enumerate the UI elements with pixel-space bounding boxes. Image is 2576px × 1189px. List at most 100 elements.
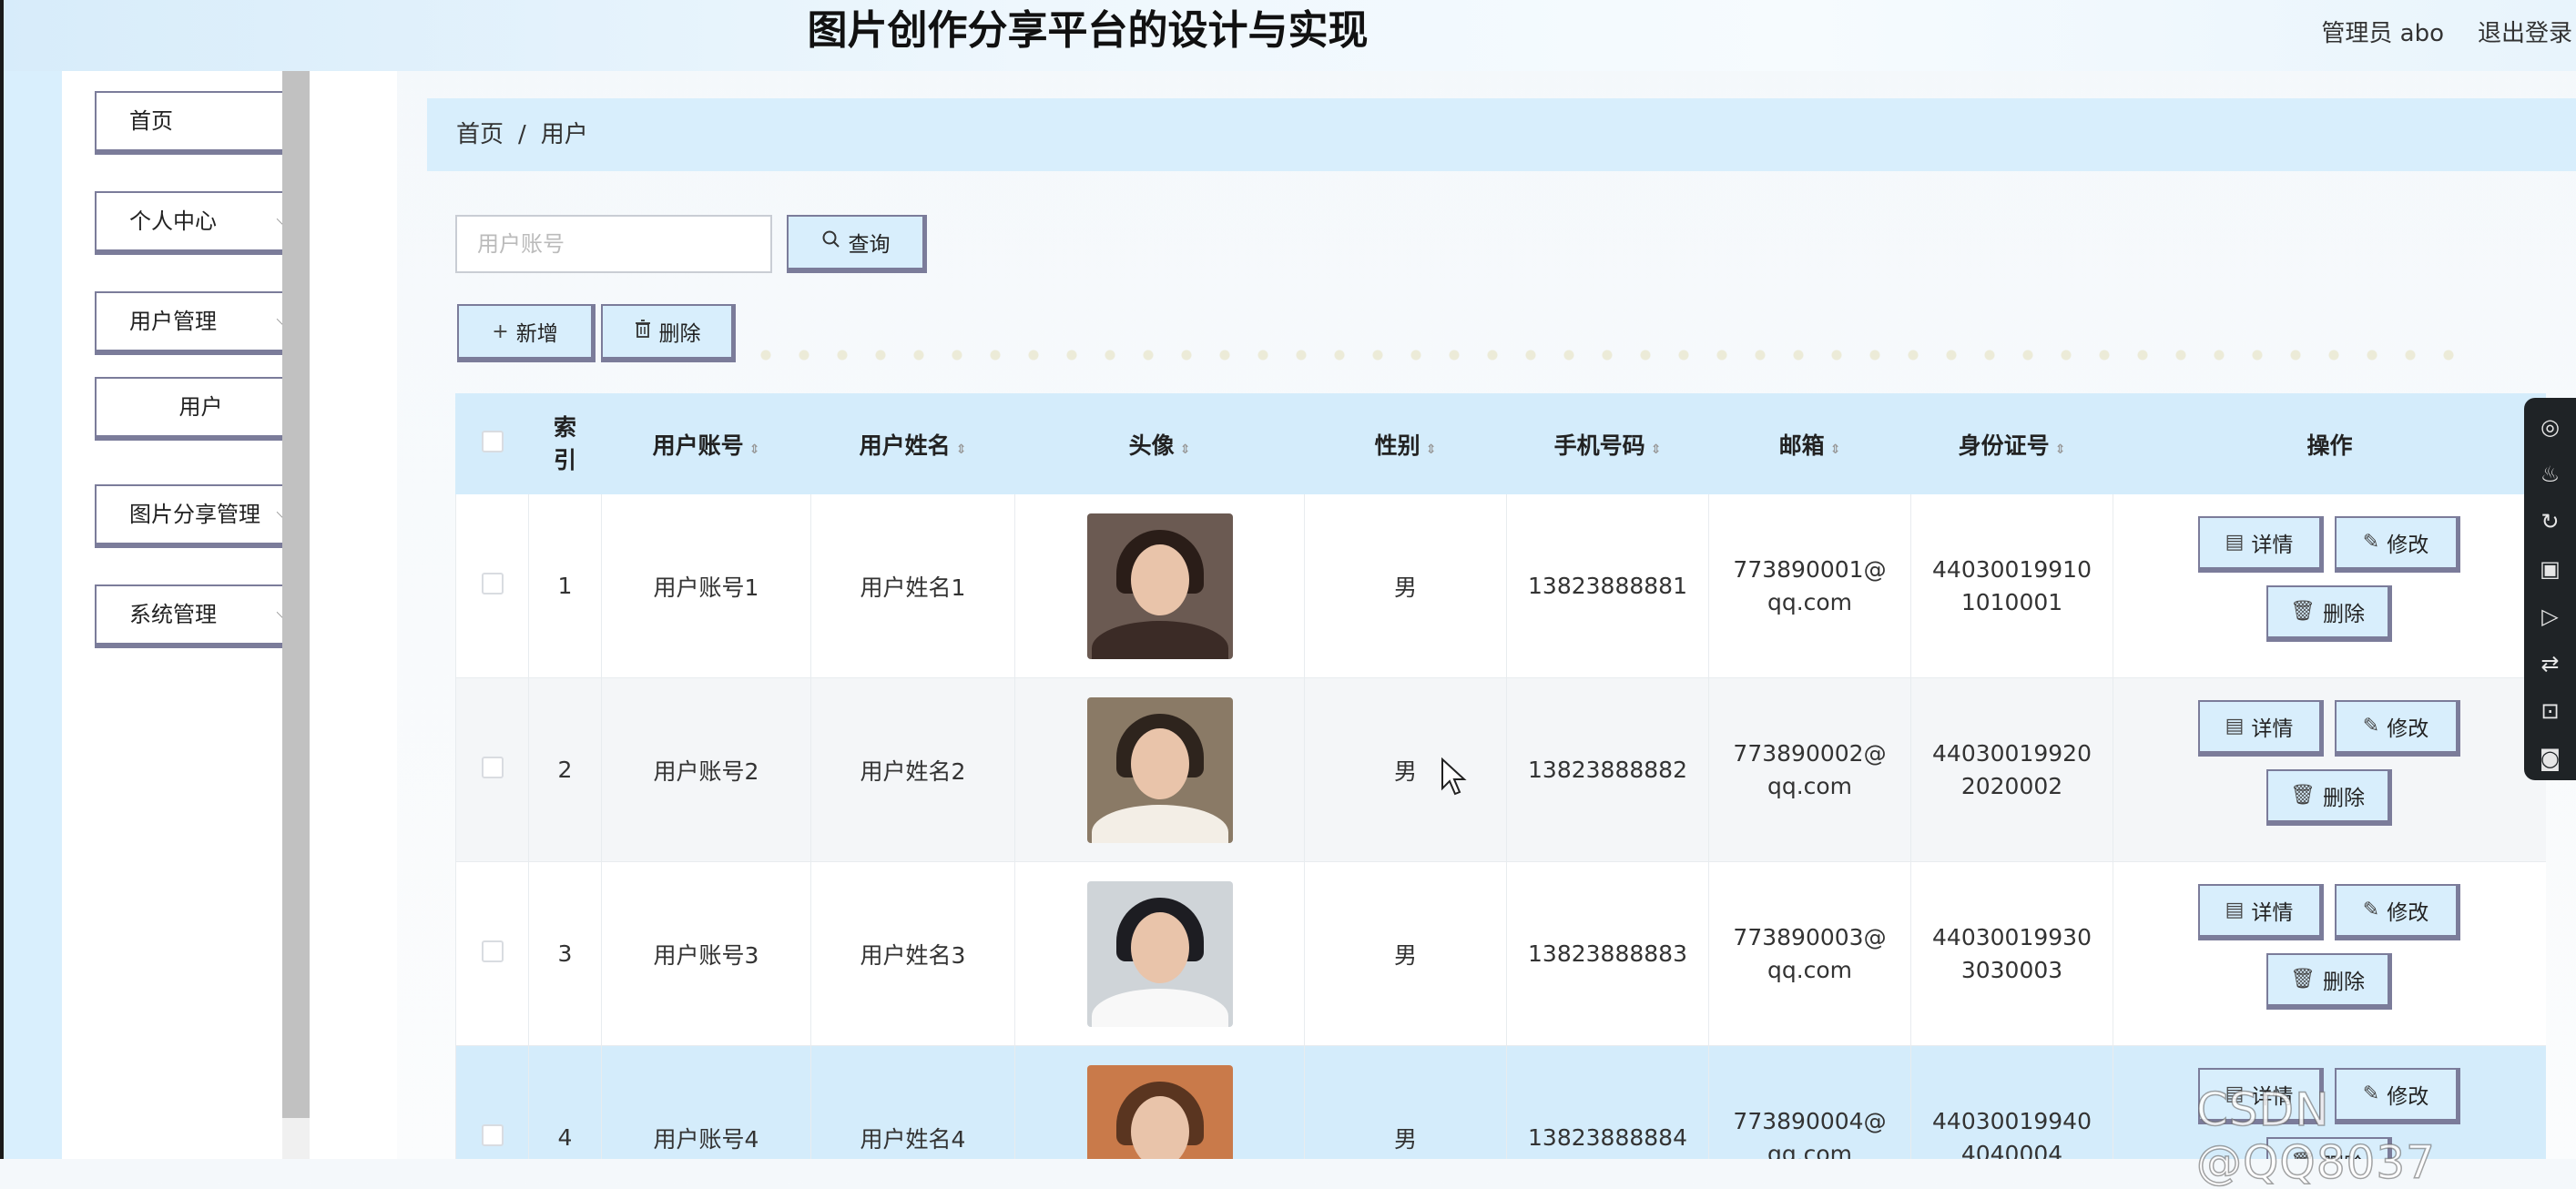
- sidebar-item-label: 首页: [129, 108, 173, 134]
- column-header-avatar[interactable]: 头像 ⇕: [1014, 393, 1305, 494]
- select-all-checkbox[interactable]: [481, 430, 504, 452]
- delete-button[interactable]: 🗑删除: [2265, 952, 2392, 1010]
- cell-email: 773890001@qq.com: [1708, 493, 1911, 678]
- cell-name: 用户姓名3: [810, 861, 1015, 1046]
- add-button-label: 新增: [515, 322, 558, 346]
- delete-button[interactable]: 🗑删除: [2265, 768, 2392, 826]
- refresh-icon[interactable]: ↻: [2524, 498, 2576, 545]
- table-row[interactable]: 1 用户账号1 用户姓名1 男 13823888881 773890001@qq.com 4…: [455, 493, 2546, 678]
- pencil-icon: ✎: [2362, 899, 2380, 921]
- cell-email: 773890004@qq.com: [1708, 1045, 1911, 1159]
- cell-name: 用户姓名2: [810, 677, 1015, 862]
- cell-index: 1: [528, 493, 602, 678]
- row-select-cell: [455, 677, 529, 862]
- search-input[interactable]: [455, 215, 772, 273]
- pencil-icon: ✎: [2362, 531, 2380, 554]
- table-row[interactable]: 2 用户账号2 用户姓名2 男 13823888882 773890002@qq.com 4…: [455, 677, 2546, 862]
- sidebar-item-label: 用户管理: [129, 309, 217, 334]
- bulk-delete-button[interactable]: 删除: [601, 304, 736, 362]
- cell-phone: 13823888881: [1506, 493, 1709, 678]
- cell-account: 用户账号4: [601, 1045, 811, 1159]
- avatar[interactable]: [1086, 1064, 1233, 1159]
- sidebar-item-system-management[interactable]: 系统管理 ⌵: [95, 584, 310, 648]
- edit-button[interactable]: ✎ 修改: [2334, 515, 2460, 573]
- swap-icon[interactable]: ⇄: [2524, 640, 2576, 687]
- sort-icon[interactable]: ⇕: [956, 442, 967, 457]
- sort-icon[interactable]: ⇕: [749, 442, 760, 457]
- sidebar-subitem-users[interactable]: 用户: [95, 377, 310, 441]
- cell-gender: 男: [1304, 1045, 1507, 1159]
- column-header-gender[interactable]: 性别 ⇕: [1304, 393, 1507, 494]
- sidebar-item-label: 系统管理: [129, 602, 217, 627]
- sidebar-item-image-share-management[interactable]: 图片分享管理 ⌵: [95, 484, 310, 548]
- video-record-icon[interactable]: ▣: [2524, 545, 2576, 593]
- cell-actions: ▤详情✎修改 🗑删除: [2113, 861, 2546, 1046]
- table-header-row: 索引 用户账号 ⇕ 用户姓名 ⇕ 头像 ⇕ 性别 ⇕ 手机号码 ⇕ 邮箱 ⇕ 身份证号 ⇕ 操…: [455, 393, 2546, 494]
- select-all-cell: [455, 393, 529, 494]
- detail-button[interactable]: ▤ 详情: [2197, 699, 2324, 757]
- cell-idcard: 440300199303030003: [1910, 861, 2113, 1046]
- cell-phone: 13823888883: [1506, 861, 1709, 1046]
- watermark: CSDN @QQ8037: [2195, 1082, 2436, 1189]
- sidebar-item-personal-center[interactable]: 个人中心 ⌵: [95, 191, 310, 255]
- plus-icon: +: [492, 320, 509, 343]
- cell-avatar: [1014, 1045, 1305, 1159]
- column-header-email[interactable]: 邮箱 ⇕: [1708, 393, 1911, 494]
- search-target-icon[interactable]: ◎: [2524, 403, 2576, 451]
- user-table: 索引 用户账号 ⇕ 用户姓名 ⇕ 头像 ⇕ 性别 ⇕ 手机号码 ⇕ 邮箱 ⇕ 身份证号 ⇕ 操…: [455, 393, 2546, 1159]
- fire-icon[interactable]: ♨: [2524, 451, 2576, 498]
- column-header-idcard[interactable]: 身份证号 ⇕: [1910, 393, 2113, 494]
- decorative-dots: [747, 346, 2477, 364]
- sidebar-item-label: 个人中心: [129, 208, 217, 234]
- sidebar-gutter: [310, 71, 397, 1159]
- row-checkbox[interactable]: [481, 940, 504, 962]
- sort-icon[interactable]: ⇕: [1180, 442, 1191, 457]
- column-header-phone[interactable]: 手机号码 ⇕: [1506, 393, 1709, 494]
- breadcrumb-home[interactable]: 首页: [456, 121, 504, 148]
- detail-button[interactable]: ▤ 详情: [2197, 515, 2324, 573]
- cell-avatar: [1014, 677, 1305, 862]
- column-header-name[interactable]: 用户姓名 ⇕: [810, 393, 1015, 494]
- avatar[interactable]: [1086, 513, 1233, 659]
- cell-email: 773890002@qq.com: [1708, 677, 1911, 862]
- cell-name: 用户姓名4: [810, 1045, 1015, 1159]
- sidebar-item-user-management[interactable]: 用户管理 ⌵: [95, 291, 310, 355]
- search-button[interactable]: 查询: [787, 215, 927, 273]
- sidebar-item-label: 用户: [178, 394, 223, 420]
- floating-toolbar: ◎ ♨ ↻ ▣ ▷ ⇄ ⊡ ◙: [2524, 398, 2576, 780]
- sidebar-scrollbar-thumb[interactable]: [282, 71, 310, 1118]
- cell-actions: ▤详情✎修改 🗑删除: [2113, 493, 2546, 678]
- sort-icon[interactable]: ⇕: [1651, 442, 1662, 457]
- row-select-cell: [455, 1045, 529, 1159]
- sidebar: 首页 个人中心 ⌵ 用户管理 ⌵ 用户 图片分享管理 ⌵ 系统管理 ⌵: [62, 71, 310, 1159]
- sidebar-accent-strip: [0, 71, 62, 1159]
- sidebar-item-home[interactable]: 首页: [95, 91, 310, 155]
- column-header-actions: 操作: [2113, 393, 2546, 494]
- breadcrumb-current: 用户: [540, 121, 588, 148]
- avatar[interactable]: [1086, 696, 1233, 843]
- logout-link[interactable]: 退出登录: [2478, 15, 2572, 48]
- camera-icon[interactable]: ◙: [2524, 735, 2576, 782]
- search-button-label: 查询: [848, 233, 891, 257]
- add-button[interactable]: + 新增: [457, 304, 596, 362]
- row-checkbox[interactable]: [481, 1123, 504, 1146]
- avatar[interactable]: [1086, 880, 1233, 1027]
- edit-button[interactable]: ✎ 修改: [2334, 883, 2460, 940]
- cell-name: 用户姓名1: [810, 493, 1015, 678]
- pencil-icon: ✎: [2362, 715, 2380, 737]
- row-checkbox[interactable]: [481, 756, 504, 778]
- row-checkbox[interactable]: [481, 572, 504, 594]
- sort-icon[interactable]: ⇕: [1426, 442, 1437, 457]
- crop-icon[interactable]: ⊡: [2524, 687, 2576, 735]
- edit-button[interactable]: ✎ 修改: [2334, 699, 2460, 757]
- row-select-cell: [455, 861, 529, 1046]
- detail-button[interactable]: ▤ 详情: [2197, 883, 2324, 940]
- table-row[interactable]: 3 用户账号3 用户姓名3 男 13823888883 773890003@qq.com 4…: [455, 861, 2546, 1046]
- column-header-account[interactable]: 用户账号 ⇕: [601, 393, 811, 494]
- sort-icon[interactable]: ⇕: [1830, 442, 1841, 457]
- sort-icon[interactable]: ⇕: [2055, 442, 2066, 457]
- admin-username: 管理员 abo: [2321, 20, 2444, 47]
- delete-button[interactable]: 🗑删除: [2265, 584, 2392, 642]
- breadcrumb-separator: /: [518, 121, 526, 148]
- video-play-icon[interactable]: ▷: [2524, 593, 2576, 640]
